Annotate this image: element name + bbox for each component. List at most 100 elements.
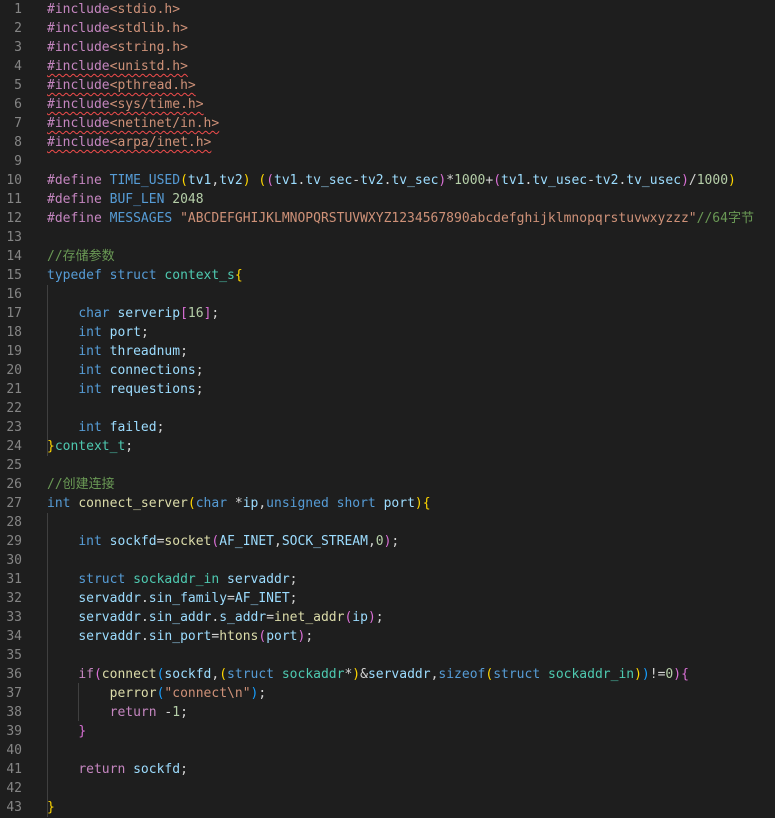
code-token: int [78, 344, 102, 359]
code-token: ) [352, 667, 361, 682]
code-token: int [47, 496, 71, 511]
code-line[interactable]: 19 int threadnum; [0, 342, 775, 361]
code-line[interactable]: 27 int connect_server(char *ip,unsigned s… [0, 494, 775, 513]
code-line[interactable]: 1 #include<stdio.h> [0, 0, 775, 19]
code-token: ) [414, 496, 423, 511]
code-line[interactable]: 10 #define TIME_USED(tv1,tv2) ((tv1.tv_se… [0, 171, 775, 190]
code-line[interactable]: 41 return sockfd; [0, 760, 775, 779]
code-line[interactable]: 33 servaddr.sin_addr.s_addr=inet_addr(ip… [0, 608, 775, 627]
code-line[interactable]: 18 int port; [0, 323, 775, 342]
code-line[interactable]: 13 [0, 228, 775, 247]
code-token: ; [180, 344, 188, 359]
line-code: //存储参数 [47, 247, 115, 266]
code-token: . [140, 591, 149, 606]
code-line[interactable]: 7 #include<netinet/in.h> [0, 114, 775, 133]
code-line[interactable]: 36 if(connect(sockfd,(struct sockaddr*)&… [0, 665, 775, 684]
code-token: 1000 [454, 173, 486, 188]
code-line[interactable]: 40 [0, 741, 775, 760]
line-code: if(connect(sockfd,(struct sockaddr*)&ser… [47, 665, 689, 684]
line-code: servaddr.sin_family=AF_INET; [47, 589, 297, 608]
line-number: 35 [6, 648, 22, 663]
code-token: socket [164, 534, 212, 549]
line-number: 18 [6, 325, 22, 340]
line-code: int sockfd=socket(AF_INET,SOCK_STREAM,0)… [47, 532, 399, 551]
code-line[interactable]: 4 #include<unistd.h> [0, 57, 775, 76]
code-token: int [78, 382, 102, 397]
code-line[interactable]: 30 [0, 551, 775, 570]
code-token: ( [93, 667, 102, 682]
code-line[interactable]: 3 #include<string.h> [0, 38, 775, 57]
code-token: BUF_LEN [109, 192, 165, 207]
line-number: 20 [6, 363, 22, 378]
code-token: tv2 [360, 173, 384, 188]
code-line[interactable]: 2 #include<stdlib.h> [0, 19, 775, 38]
line-code: servaddr.sin_port=htons(port); [47, 627, 313, 646]
code-line[interactable]: 43} [0, 798, 775, 817]
code-token: ; [180, 762, 188, 777]
code-token: context_s [164, 268, 235, 283]
line-code: } [47, 722, 86, 741]
line-code: struct sockaddr_in servaddr; [47, 570, 297, 589]
code-line[interactable]: 12 #define MESSAGES "ABCDEFGHIJKLMNOPQRST… [0, 209, 775, 228]
line-number: 6 [14, 97, 22, 112]
code-line[interactable]: 20 int connections; [0, 361, 775, 380]
code-token: ) [673, 667, 682, 682]
code-token: sin_family [148, 591, 228, 606]
code-token: #include [47, 97, 110, 112]
code-line[interactable]: 29 int sockfd=socket(AF_INET,SOCK_STREAM… [0, 532, 775, 551]
code-line[interactable]: 21 int requestions; [0, 380, 775, 399]
code-line[interactable]: 42 [0, 779, 775, 798]
code-token: . [140, 629, 149, 644]
code-token: ( [266, 173, 275, 188]
code-line[interactable]: 23 int failed; [0, 418, 775, 437]
code-line[interactable]: 9 [0, 152, 775, 171]
line-number: 17 [6, 306, 22, 321]
code-token: servaddr [367, 667, 431, 682]
code-line[interactable]: 22 [0, 399, 775, 418]
line-number: 40 [6, 743, 22, 758]
code-token: , [367, 534, 376, 549]
line-code: #include<string.h> [47, 38, 188, 57]
code-line[interactable]: 26 //创建连接 [0, 475, 775, 494]
code-token: #include [47, 135, 110, 150]
code-token: <unistd.h> [109, 59, 188, 74]
code-token: ; [180, 705, 188, 720]
code-token: MESSAGES [109, 211, 173, 226]
code-line[interactable]: 35 [0, 646, 775, 665]
line-code: return -1; [47, 703, 188, 722]
code-line[interactable]: 28 [0, 513, 775, 532]
code-token: ip [352, 610, 368, 625]
code-token: <string.h> [109, 40, 188, 55]
code-line[interactable]: 24}context_t; [0, 437, 775, 456]
code-token: tv_usec [532, 173, 588, 188]
code-line[interactable]: 34 servaddr.sin_port=htons(port); [0, 627, 775, 646]
code-token: tv_sec [305, 173, 353, 188]
code-line[interactable]: 17 char serverip[16]; [0, 304, 775, 323]
line-number: 43 [6, 800, 22, 815]
code-line[interactable]: 8 #include<arpa/inet.h> [0, 133, 775, 152]
code-token: * [227, 496, 243, 511]
code-line[interactable]: 37 perror("connect\n"); [0, 684, 775, 703]
code-token: 16 [187, 306, 204, 321]
code-line[interactable]: 15 typedef struct context_s{ [0, 266, 775, 285]
code-editor[interactable]: 1 #include<stdio.h> 2 #include<stdlib.h> 3 #i… [0, 0, 775, 818]
code-line[interactable]: 11 #define BUF_LEN 2048 [0, 190, 775, 209]
code-token: threadnum [109, 344, 181, 359]
code-token: serverip [117, 306, 181, 321]
code-line[interactable]: 25 [0, 456, 775, 475]
code-token: if [78, 667, 94, 682]
code-line[interactable]: 14 //存储参数 [0, 247, 775, 266]
code-line[interactable]: 38 return -1; [0, 703, 775, 722]
code-line[interactable]: 32 servaddr.sin_family=AF_INET; [0, 589, 775, 608]
code-token: 1 [172, 705, 181, 720]
code-line[interactable]: 6 #include<sys/time.h> [0, 95, 775, 114]
code-line[interactable]: 5 #include<pthread.h> [0, 76, 775, 95]
code-token: tv2 [219, 173, 243, 188]
code-line[interactable]: 16 [0, 285, 775, 304]
code-line[interactable]: 39 } [0, 722, 775, 741]
code-line[interactable]: 31 struct sockaddr_in servaddr; [0, 570, 775, 589]
